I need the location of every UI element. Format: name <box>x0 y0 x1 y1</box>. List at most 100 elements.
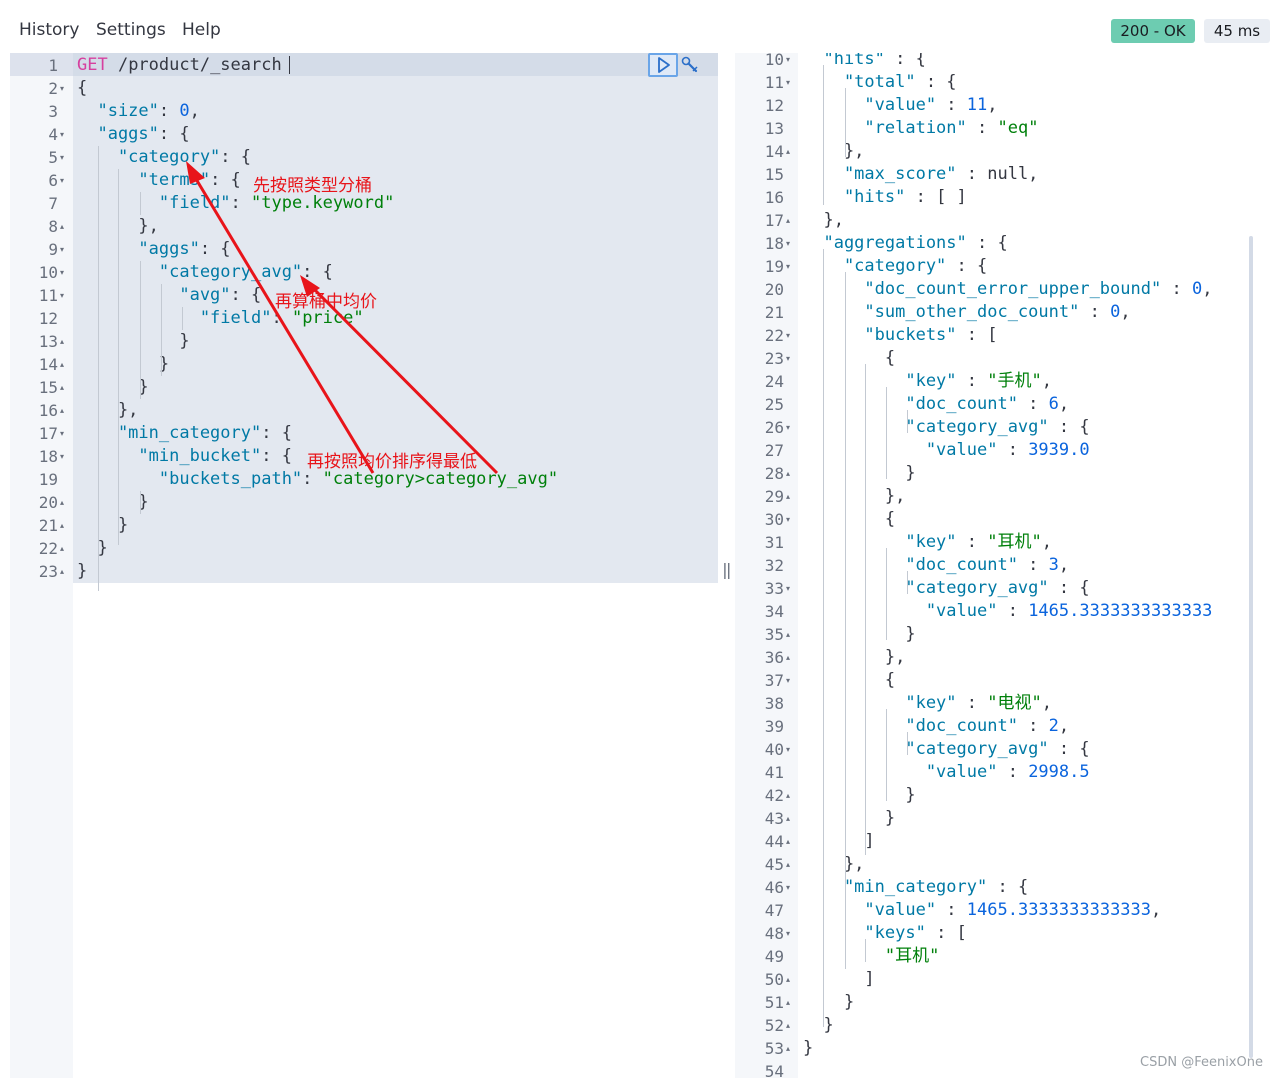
fold-close-icon[interactable]: ▴ <box>60 376 64 399</box>
code-token: }, <box>803 210 844 230</box>
fold-open-icon[interactable]: ▾ <box>786 255 790 278</box>
fold-close-icon[interactable]: ▴ <box>786 1014 790 1037</box>
code-token: ] <box>803 831 875 851</box>
code-line: "max_score" : null, <box>803 163 1038 186</box>
fold-open-icon[interactable]: ▾ <box>786 232 790 255</box>
fold-open-icon[interactable]: ▾ <box>786 738 790 761</box>
code-line: ] <box>803 968 874 991</box>
fold-close-icon[interactable]: ▴ <box>786 784 790 807</box>
settings-menu[interactable]: Settings <box>96 20 166 40</box>
fold-close-icon[interactable]: ▴ <box>786 140 790 163</box>
fold-open-icon[interactable]: ▾ <box>60 77 64 100</box>
fold-open-icon[interactable]: ▾ <box>786 71 790 94</box>
code-token: , <box>1151 900 1162 920</box>
code-token: : <box>956 371 988 391</box>
fold-close-icon[interactable]: ▴ <box>60 330 64 353</box>
line-number: 17 <box>38 424 58 443</box>
code-line: { <box>803 669 895 692</box>
indent-guide <box>140 192 141 215</box>
fold-open-icon[interactable]: ▾ <box>60 445 64 468</box>
fold-open-icon[interactable]: ▾ <box>60 284 64 307</box>
fold-close-icon[interactable]: ▴ <box>60 215 64 238</box>
fold-open-icon[interactable]: ▾ <box>60 123 64 146</box>
fold-open-icon[interactable]: ▾ <box>60 169 64 192</box>
fold-close-icon[interactable]: ▴ <box>786 968 790 991</box>
response-scrollbar[interactable] <box>1249 236 1253 1058</box>
code-token: "doc_count_error_upper_bound" <box>803 279 1162 299</box>
line-number: 20 <box>38 493 58 512</box>
fold-close-icon[interactable]: ▴ <box>60 537 64 560</box>
code-token: } <box>803 1015 834 1035</box>
fold-open-icon[interactable]: ▾ <box>786 416 790 439</box>
code-token: , <box>987 95 998 115</box>
response-viewer[interactable]: 10 ▾ "hits" : {11 ▾ "total" : {12 "value" … <box>735 53 1279 1078</box>
fold-open-icon[interactable]: ▾ <box>60 238 64 261</box>
code-token: : { <box>220 147 252 167</box>
fold-open-icon[interactable]: ▾ <box>786 324 790 347</box>
code-token: } <box>803 808 896 828</box>
line-number: 19 <box>38 470 58 489</box>
code-token: } <box>77 561 88 581</box>
fold-close-icon[interactable]: ▴ <box>786 646 790 669</box>
indent-guide <box>161 284 162 376</box>
fold-open-icon[interactable]: ▾ <box>60 146 64 169</box>
fold-close-icon[interactable]: ▴ <box>60 353 64 376</box>
fold-open-icon[interactable]: ▾ <box>786 922 790 945</box>
code-token: } <box>803 624 916 644</box>
fold-close-icon[interactable]: ▴ <box>786 623 790 646</box>
indent-guide <box>182 307 183 330</box>
line-number: 49 <box>764 947 784 966</box>
line-number: 44 <box>764 832 784 851</box>
fold-open-icon[interactable]: ▾ <box>786 577 790 600</box>
code-line: }, <box>803 209 844 232</box>
code-token: : { <box>1048 578 1090 598</box>
fold-close-icon[interactable]: ▴ <box>60 560 64 583</box>
fold-close-icon[interactable]: ▴ <box>786 485 790 508</box>
code-line: "doc_count_error_upper_bound" : 0, <box>803 278 1212 301</box>
pane-resize-handle[interactable]: ‖ <box>722 560 732 579</box>
fold-close-icon[interactable]: ▴ <box>60 514 64 537</box>
line-number: 47 <box>764 901 784 920</box>
help-menu[interactable]: Help <box>182 20 221 40</box>
response-time-badge: 45 ms <box>1204 19 1270 43</box>
fold-close-icon[interactable]: ▴ <box>786 991 790 1014</box>
code-token: "value" <box>803 440 998 460</box>
fold-close-icon[interactable]: ▴ <box>786 1037 790 1060</box>
code-token: : { <box>261 446 292 466</box>
request-options-button[interactable] <box>680 55 700 75</box>
history-menu[interactable]: History <box>19 20 79 40</box>
request-editor[interactable]: 1 GET /product/_search 2 ▾{3 "size": 0, 4 ▾ "… <box>10 53 718 1078</box>
code-token: , <box>1058 555 1070 575</box>
fold-close-icon[interactable]: ▴ <box>786 462 790 485</box>
fold-close-icon[interactable]: ▴ <box>786 807 790 830</box>
code-line: "category" : { <box>803 255 987 278</box>
code-line: "doc_count" : 2, <box>803 715 1069 738</box>
code-token: "category_avg" <box>77 262 303 282</box>
fold-close-icon[interactable]: ▴ <box>60 491 64 514</box>
fold-close-icon[interactable]: ▴ <box>786 830 790 853</box>
code-token: "terms" <box>77 170 211 190</box>
fold-open-icon[interactable]: ▾ <box>786 508 790 531</box>
fold-open-icon[interactable]: ▾ <box>786 53 790 71</box>
fold-open-icon[interactable]: ▾ <box>786 347 790 370</box>
fold-open-icon[interactable]: ▾ <box>60 261 64 284</box>
fold-close-icon[interactable]: ▴ <box>786 853 790 876</box>
code-token: "min_category" <box>77 423 262 443</box>
fold-open-icon[interactable]: ▾ <box>786 876 790 899</box>
fold-open-icon[interactable]: ▾ <box>60 422 64 445</box>
code-token: "耳机" <box>987 532 1042 552</box>
line-number: 14 <box>764 142 784 161</box>
fold-open-icon[interactable]: ▾ <box>786 669 790 692</box>
line-number: 10 <box>764 53 784 69</box>
indent-guide <box>140 261 141 399</box>
code-line: } <box>803 1037 813 1060</box>
code-token: { <box>77 78 88 98</box>
code-token: : { <box>230 285 262 305</box>
code-line: } <box>77 376 148 399</box>
code-line: } <box>77 537 107 560</box>
line-number: 10 <box>38 263 58 282</box>
fold-close-icon[interactable]: ▴ <box>786 209 790 232</box>
line-number: 16 <box>764 188 784 207</box>
send-request-button[interactable] <box>648 53 678 77</box>
fold-close-icon[interactable]: ▴ <box>60 399 64 422</box>
